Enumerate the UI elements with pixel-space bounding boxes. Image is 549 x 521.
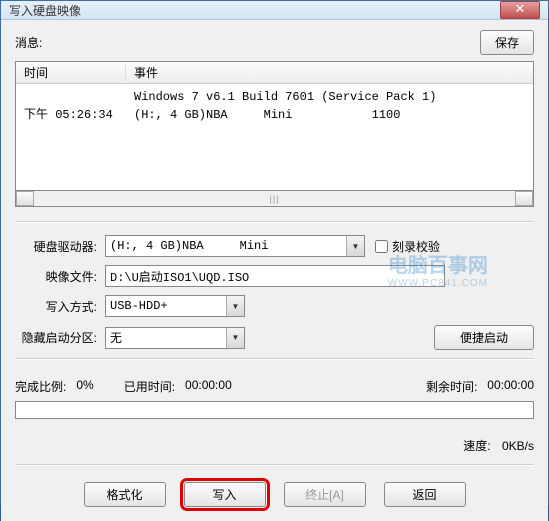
write-button[interactable]: 写入 bbox=[184, 482, 266, 507]
elapsed-label: 已用时间: bbox=[124, 378, 175, 395]
format-button[interactable]: 格式化 bbox=[84, 482, 166, 507]
method-combo[interactable]: ▼ bbox=[105, 295, 245, 317]
separator bbox=[15, 464, 534, 466]
messages-label: 消息: bbox=[15, 34, 42, 51]
verify-checkbox[interactable] bbox=[375, 240, 388, 253]
window-title: 写入硬盘映像 bbox=[9, 2, 81, 19]
method-label: 写入方式: bbox=[15, 298, 105, 315]
progress-bar bbox=[15, 401, 534, 419]
save-button[interactable]: 保存 bbox=[480, 30, 534, 55]
method-field[interactable] bbox=[105, 295, 245, 317]
titlebar[interactable]: 写入硬盘映像 ✕ bbox=[1, 1, 548, 20]
log-cell-event: Windows 7 v6.1 Build 7601 (Service Pack … bbox=[134, 90, 436, 104]
remain-label: 剩余时间: bbox=[426, 378, 477, 395]
hidden-field[interactable] bbox=[105, 327, 245, 349]
col-header-time[interactable]: 时间 bbox=[16, 64, 126, 81]
elapsed-value: 00:00:00 bbox=[185, 378, 232, 395]
col-header-event[interactable]: 事件 bbox=[126, 64, 533, 81]
remain-value: 00:00:00 bbox=[487, 378, 534, 395]
dialog-window: 写入硬盘映像 ✕ 消息: 保存 时间 事件 Windows 7 v6.1 Bui… bbox=[0, 0, 549, 505]
dialog-body: 消息: 保存 时间 事件 Windows 7 v6.1 Build 7601 (… bbox=[1, 20, 548, 521]
log-cell-event: (H:, 4 GB)NBA Mini 1100 bbox=[134, 108, 400, 122]
complete-value: 0% bbox=[76, 378, 93, 395]
separator bbox=[15, 358, 534, 360]
progress-info: 完成比例: 0% 已用时间: 00:00:00 剩余时间: 00:00:00 bbox=[15, 378, 534, 395]
log-header: 时间 事件 bbox=[16, 62, 533, 84]
log-body: Windows 7 v6.1 Build 7601 (Service Pack … bbox=[16, 84, 533, 128]
separator bbox=[15, 221, 534, 223]
close-button[interactable]: ✕ bbox=[500, 1, 540, 19]
log-cell-time: 下午 05:26:34 bbox=[24, 106, 134, 124]
speed-value: 0KB/s bbox=[502, 439, 534, 453]
horizontal-scrollbar[interactable]: ||| bbox=[15, 191, 534, 207]
drive-field[interactable] bbox=[105, 235, 365, 257]
image-label: 映像文件: bbox=[15, 268, 105, 285]
hidden-label: 隐藏启动分区: bbox=[15, 329, 105, 346]
drive-label: 硬盘驱动器: bbox=[15, 238, 105, 255]
scrollbar-grip-icon: ||| bbox=[269, 194, 279, 204]
back-button[interactable]: 返回 bbox=[384, 482, 466, 507]
chevron-down-icon[interactable]: ▼ bbox=[346, 236, 364, 256]
drive-combo[interactable]: ▼ bbox=[105, 235, 365, 257]
log-list[interactable]: 时间 事件 Windows 7 v6.1 Build 7601 (Service… bbox=[15, 61, 534, 191]
chevron-down-icon[interactable]: ▼ bbox=[226, 296, 244, 316]
easy-boot-button[interactable]: 便捷启动 bbox=[434, 325, 534, 350]
chevron-down-icon[interactable]: ▼ bbox=[226, 328, 244, 348]
image-field[interactable] bbox=[105, 265, 445, 287]
abort-button: 终止[A] bbox=[284, 482, 366, 507]
speed-info: 速度: 0KB/s bbox=[15, 437, 534, 454]
hidden-combo[interactable]: ▼ bbox=[105, 327, 245, 349]
complete-label: 完成比例: bbox=[15, 378, 66, 395]
verify-label: 刻录校验 bbox=[392, 238, 440, 255]
speed-label: 速度: bbox=[463, 439, 490, 453]
button-row: 格式化 写入 终止[A] 返回 bbox=[15, 478, 534, 511]
